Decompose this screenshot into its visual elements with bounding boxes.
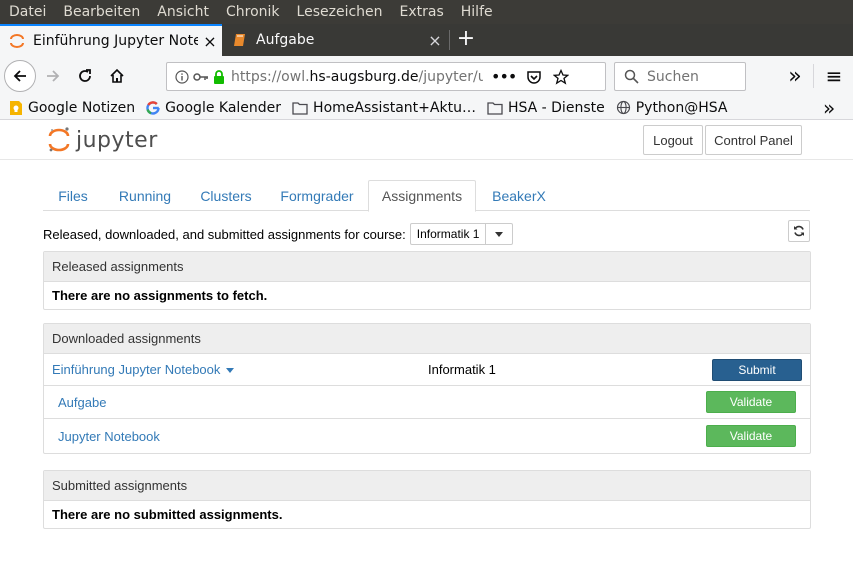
empty-message: There are no submitted assignments. [52,507,283,522]
hamburger-menu-button[interactable]: ≡ [819,61,849,91]
folder-icon [487,101,503,115]
toolbar-separator [813,64,814,88]
jupyter-header: jupyter Logout Control Panel [0,120,853,160]
released-assignments-panel: Released assignments There are no assign… [43,251,811,310]
bookmark-star-icon[interactable] [553,68,570,85]
bookmarks-overflow-button[interactable]: » [823,96,835,120]
caret-down-icon [226,368,235,374]
bookmark-folder-hsa-dienste[interactable]: HSA - Dienste [487,100,605,116]
tab-files[interactable]: Files [43,180,103,211]
globe-icon [616,100,631,115]
submit-button[interactable]: Submit [712,358,802,381]
new-tab-button[interactable]: + [452,24,480,56]
tab-formgrader[interactable]: Formgrader [268,180,366,211]
submitted-assignments-panel: Submitted assignments There are no submi… [43,470,811,529]
validate-button[interactable]: Validate [706,391,796,413]
url-bar[interactable]: https://owl.hs-augsburg.de/jupyter/u ••• [166,62,606,91]
tab-title: Einführung Jupyter Notebook [33,33,198,49]
menu-bar: Datei Bearbeiten Ansicht Chronik Lesezei… [0,0,853,24]
tab-strip: Einführung Jupyter Notebook × Aufgabe × … [0,24,853,56]
menu-extras[interactable]: Extras [391,4,452,20]
menu-datei[interactable]: Datei [0,4,54,20]
caret-down-icon [486,231,512,237]
tab-clusters[interactable]: Clusters [188,180,264,211]
validate-button[interactable]: Validate [706,425,796,447]
control-panel-button[interactable]: Control Panel [705,125,802,155]
navigation-bar: https://owl.hs-augsburg.de/jupyter/u •••… [0,56,853,96]
back-button[interactable] [4,60,36,92]
assignment-course: Informatik 1 [428,362,496,377]
jupyter-tabs: Files Running Clusters Formgrader Assign… [43,180,810,212]
search-input[interactable]: Suchen [614,62,746,91]
bookmark-folder-homeassistant[interactable]: HomeAssistant+Aktu… [292,100,476,116]
toolbar-overflow-button[interactable]: » [780,61,810,91]
key-icon[interactable] [193,70,209,84]
menu-bearbeiten[interactable]: Bearbeiten [54,4,148,20]
reload-icon [79,69,91,82]
jupyter-logo-text: jupyter [76,127,158,153]
menu-lesezeichen[interactable]: Lesezeichen [288,4,391,20]
pocket-icon[interactable] [526,69,542,85]
arrow-right-icon [47,70,60,82]
keep-icon [9,100,23,116]
bookmark-google-notizen[interactable]: Google Notizen [9,100,135,116]
search-icon [624,69,639,84]
page-actions-icon[interactable]: ••• [491,67,517,86]
course-selector-row: Released, downloaded, and submitted assi… [43,222,810,246]
jupyter-page: jupyter Logout Control Panel Files Runni… [0,120,853,564]
jupyter-logo-icon [48,127,70,152]
notebook-link[interactable]: Jupyter Notebook [58,429,160,444]
notebook-row: Jupyter Notebook Validate [44,419,810,453]
browser-tab-aufgabe[interactable]: Aufgabe × [223,24,447,56]
tab-beakerx[interactable]: BeakerX [479,180,559,211]
bookmark-google-kalender[interactable]: Google Kalender [146,100,281,116]
google-icon [146,100,160,115]
jupyter-favicon-icon [10,34,24,48]
search-placeholder: Suchen [647,68,699,85]
book-favicon-icon [234,34,245,46]
bookmarks-toolbar: Google Notizen Google Kalender HomeAssis… [0,96,853,120]
close-tab-icon[interactable]: × [198,32,222,51]
empty-message: There are no assignments to fetch. [52,288,268,303]
home-icon [110,68,124,83]
tab-running[interactable]: Running [105,180,185,211]
jupyter-logo[interactable]: jupyter [48,126,158,154]
browser-tab-einfuehrung[interactable]: Einführung Jupyter Notebook × [0,24,222,56]
tab-assignments[interactable]: Assignments [368,180,476,212]
folder-icon [292,101,308,115]
assignment-link[interactable]: Einführung Jupyter Notebook [52,362,235,377]
course-select[interactable]: Informatik 1 [409,223,514,245]
assignment-row: Einführung Jupyter Notebook Informatik 1… [44,354,810,386]
logout-button[interactable]: Logout [643,125,703,155]
panel-heading: Submitted assignments [44,471,810,501]
course-select-value: Informatik 1 [411,224,487,244]
info-icon[interactable] [175,69,189,84]
refresh-button[interactable] [788,220,810,242]
menu-chronik[interactable]: Chronik [217,4,288,20]
notebook-link[interactable]: Aufgabe [58,395,106,410]
lock-icon[interactable] [213,69,225,84]
close-tab-icon[interactable]: × [423,31,447,50]
url-text[interactable]: https://owl.hs-augsburg.de/jupyter/u [231,69,483,85]
panel-heading: Downloaded assignments [44,324,810,354]
course-label: Released, downloaded, and submitted assi… [43,226,406,242]
panel-heading: Released assignments [44,252,810,282]
home-button[interactable] [102,61,132,91]
refresh-icon [794,225,804,237]
tab-title: Aufgabe [256,32,315,48]
forward-button[interactable] [38,61,68,91]
downloaded-assignments-panel: Downloaded assignments Einführung Jupyte… [43,323,811,454]
reload-button[interactable] [70,61,100,91]
bookmark-python-hsa[interactable]: Python@HSA [616,100,728,116]
arrow-left-icon [13,70,26,82]
notebook-row: Aufgabe Validate [44,386,810,419]
menu-ansicht[interactable]: Ansicht [148,4,217,20]
menu-hilfe[interactable]: Hilfe [452,4,501,20]
tab-separator [449,30,450,50]
